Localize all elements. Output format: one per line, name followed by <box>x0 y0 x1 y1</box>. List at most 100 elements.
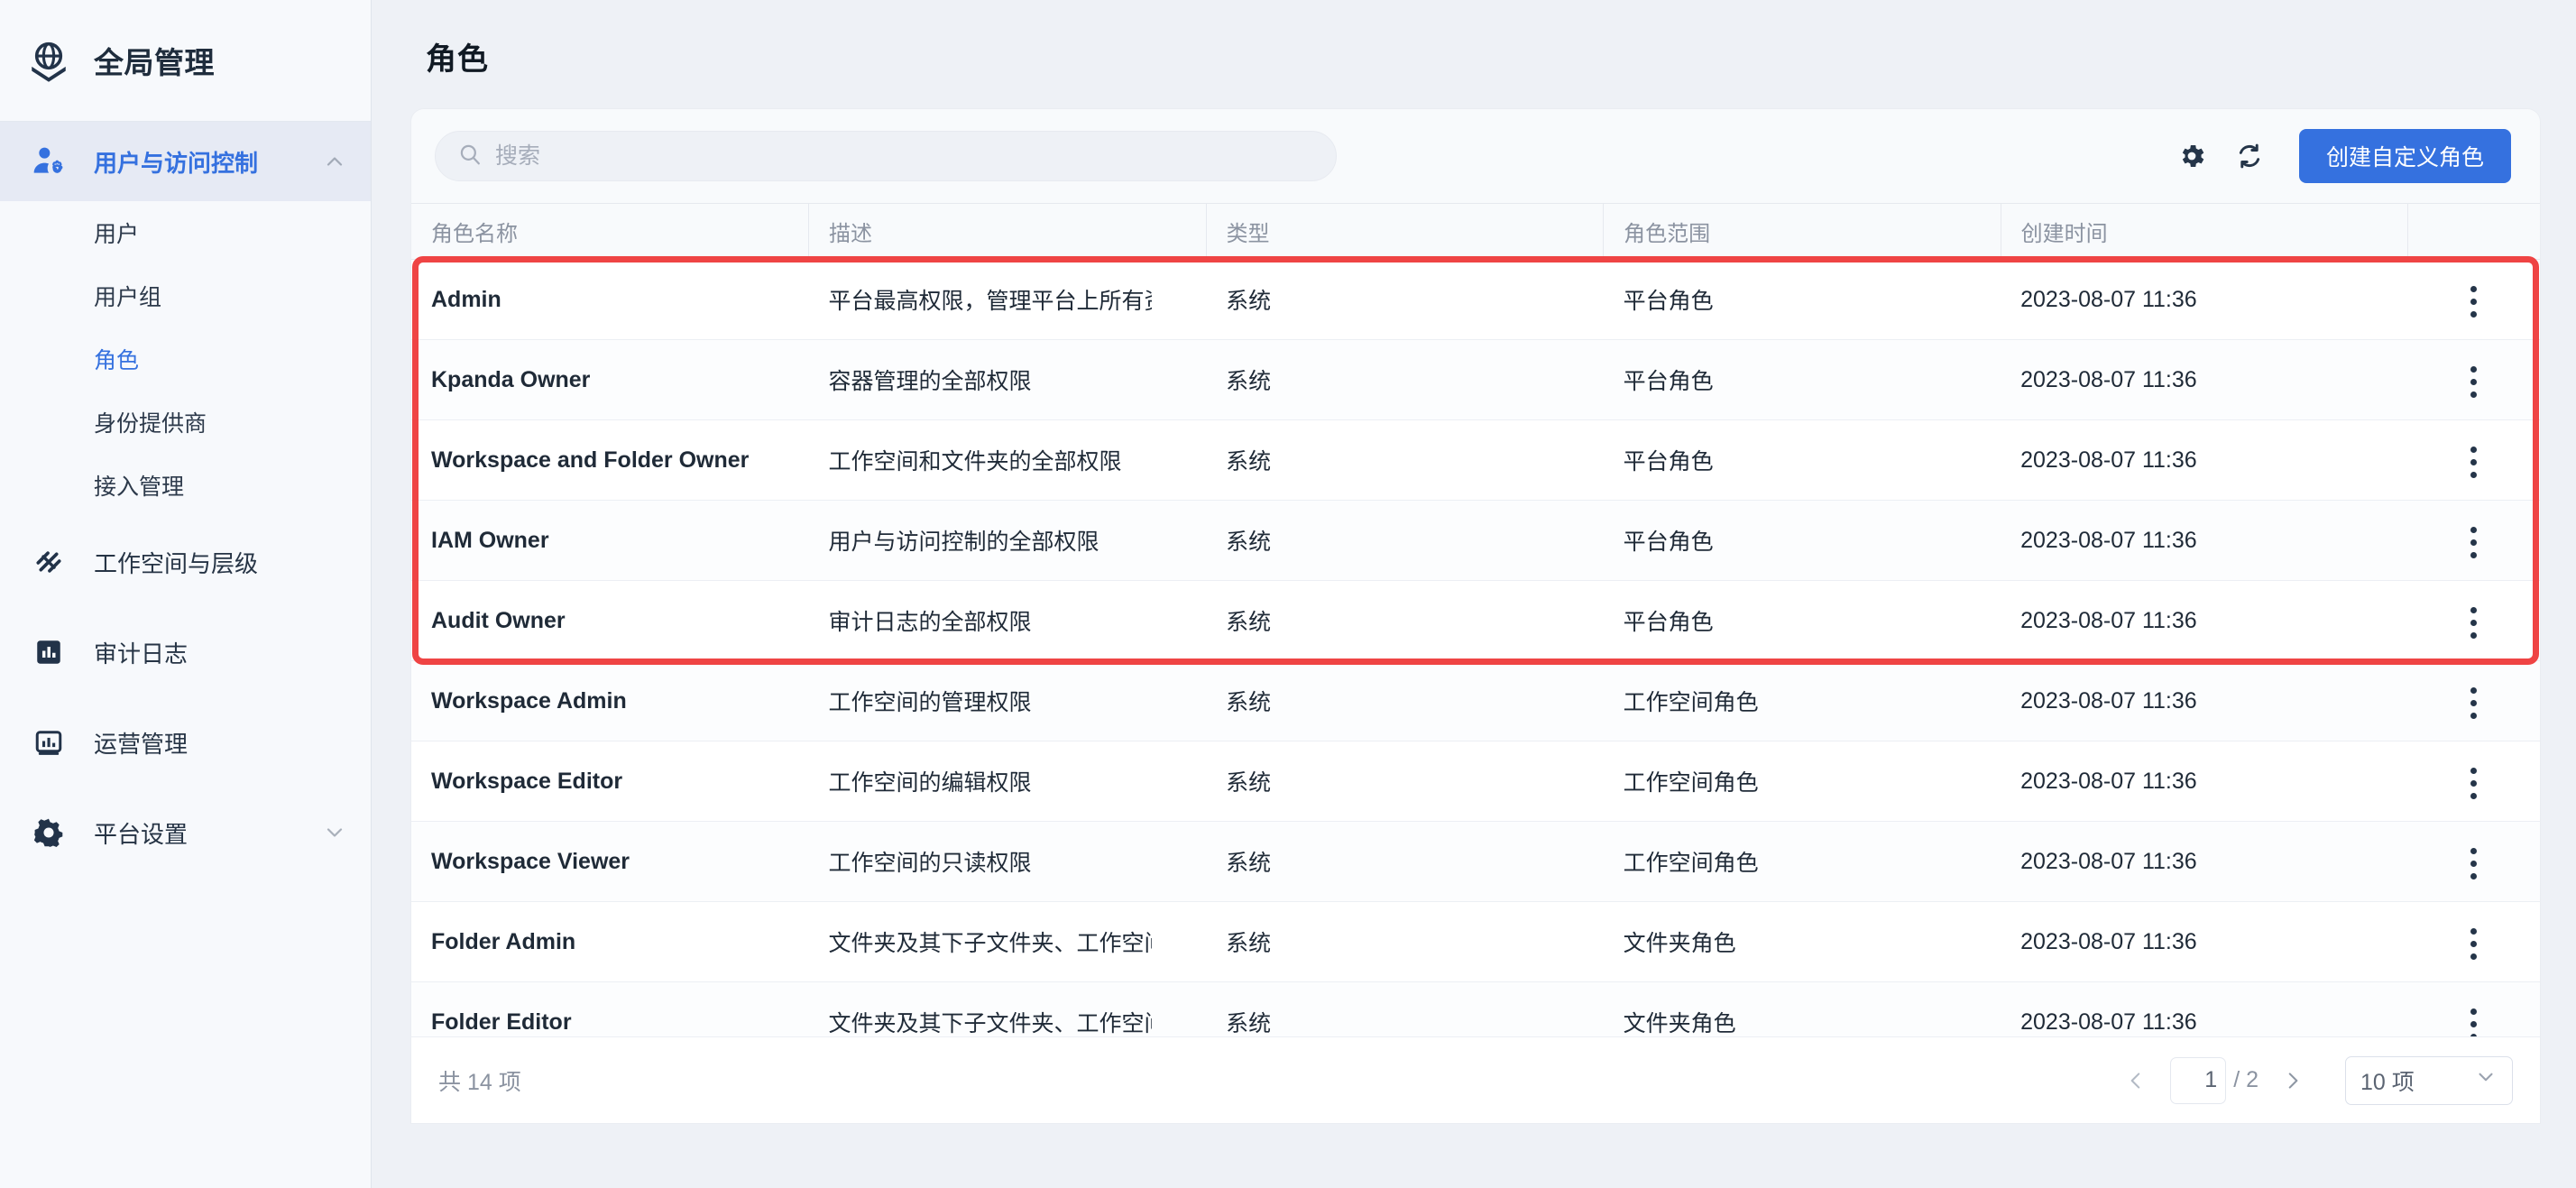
cell-actions <box>2407 580 2540 661</box>
cell-role-name: Admin <box>411 259 809 340</box>
cell-created: 2023-08-07 11:36 <box>2001 419 2408 501</box>
cell-created: 2023-08-07 11:36 <box>2001 580 2408 661</box>
cell-role-name: Workspace Admin <box>411 660 809 741</box>
chevron-right-icon[interactable] <box>2275 1063 2311 1099</box>
table-row[interactable]: Workspace Admin 工作空间的管理权限 系统 工作空间角色 2023-08-… <box>411 660 2540 741</box>
cell-type: 系统 <box>1206 500 1604 581</box>
page-number-input[interactable]: 1 <box>2170 1056 2227 1104</box>
table-row[interactable]: Folder Admin文件夹及其下子文件夹、工作空间的管理权限系统文件夹角色2… <box>411 901 2540 982</box>
sidebar: 全局管理 用户与访问控制 用户 用户组 角色 身份提供商 接入管理 工作空间与层… <box>0 0 372 1188</box>
audit-chart-icon <box>23 636 74 668</box>
sidebar-item-label: 用户 <box>94 222 140 247</box>
cell-created: 2023-08-07 11:36 <box>2001 339 2408 420</box>
search-input[interactable] <box>495 143 1314 170</box>
main-content: 角色 搜索 创建自定义角色 角色名称 描述 类型 角色范围 创建时间 Admin… <box>372 0 2576 1188</box>
kebab-menu-icon[interactable] <box>2450 760 2498 808</box>
refresh-icon[interactable] <box>2225 132 2274 180</box>
roles-toolbar: 创建自定义角色 <box>411 109 2540 203</box>
chevron-down-icon[interactable] <box>322 820 347 845</box>
cell-type: 系统 <box>1206 741 1604 822</box>
cell-created: 2023-08-07 11:36 <box>2001 821 2408 902</box>
sidebar-item-label: 平台设置 <box>94 820 189 848</box>
table-row[interactable]: IAM Owner 用户与访问控制的全部权限 系统 平台角色 2023-08-07 11… <box>411 500 2540 581</box>
kebab-menu-icon[interactable] <box>2450 519 2498 567</box>
cell-scope: 平台角色 <box>1603 339 2001 420</box>
kebab-menu-icon[interactable] <box>2450 920 2498 969</box>
column-header-created: 创建时间 <box>2001 203 2408 260</box>
kebab-menu-icon[interactable] <box>2450 679 2498 728</box>
search-box[interactable] <box>435 131 1337 181</box>
table-row[interactable]: Workspace and Folder Owner 工作空间和文件夹的全部权限系… <box>411 419 2540 501</box>
settings-gear-icon[interactable] <box>2167 132 2216 180</box>
sidebar-item-operations-management[interactable]: 运营管理 <box>0 697 371 787</box>
kebab-menu-icon[interactable] <box>2450 358 2498 407</box>
page-scrollbar[interactable] <box>2563 0 2576 1188</box>
sidebar-item-audit-log[interactable]: 审计日志 <box>0 607 371 697</box>
roles-table: 角色名称 描述 类型 角色范围 创建时间 Admin 平台最高权限，管理平台上所有… <box>411 203 2540 1063</box>
chevron-left-icon[interactable] <box>2118 1063 2154 1099</box>
create-custom-role-button[interactable]: 创建自定义角色 <box>2298 129 2511 183</box>
kebab-menu-icon[interactable] <box>2450 599 2498 648</box>
cell-description: 工作空间的管理权限 <box>808 660 1207 741</box>
table-row[interactable]: Admin平台最高权限，管理平台上所有资源系统平台角色2023-08-07 11… <box>411 259 2540 340</box>
sidebar-item-roles[interactable]: 角色 <box>0 327 371 391</box>
globe-icon <box>23 35 74 86</box>
sidebar-item-label: 身份提供商 <box>94 411 207 437</box>
sidebar-item-access-management[interactable]: 接入管理 <box>0 454 371 517</box>
cell-role-name: IAM Owner <box>411 500 809 581</box>
cell-actions <box>2407 660 2540 741</box>
sidebar-item-platform-settings[interactable]: 平台设置 <box>0 787 371 878</box>
cell-actions <box>2407 419 2540 501</box>
brand-title: 全局管理 <box>94 46 215 79</box>
cell-scope: 工作空间角色 <box>1603 821 2001 902</box>
cell-type: 系统 <box>1206 419 1604 501</box>
sidebar-item-users[interactable]: 用户 <box>0 201 371 264</box>
page-title: 角色 <box>426 42 489 77</box>
cell-description: 工作空间的编辑权限 <box>808 741 1207 822</box>
sidebar-item-user-groups[interactable]: 用户组 <box>0 264 371 327</box>
table-row[interactable]: Kpanda Owner 容器管理的全部权限 系统 平台角色 2023-08-07 11… <box>411 339 2540 420</box>
cell-description: 平台最高权限，管理平台上所有资源 <box>808 259 1207 340</box>
cell-scope: 工作空间角色 <box>1603 660 2001 741</box>
cell-type: 系统 <box>1206 259 1604 340</box>
kebab-menu-icon[interactable] <box>2450 840 2498 889</box>
app-root: 全局管理 用户与访问控制 用户 用户组 角色 身份提供商 接入管理 工作空间与层… <box>0 0 2576 1188</box>
kebab-menu-icon[interactable] <box>2450 278 2498 327</box>
cell-created: 2023-08-07 11:36 <box>2001 741 2408 822</box>
table-head: 角色名称 描述 类型 角色范围 创建时间 <box>411 203 2540 260</box>
table-row[interactable]: Workspace Viewer 工作空间的只读权限 系统 工作空间角色 2023-08… <box>411 821 2540 902</box>
pagination: 1 / 2 10 项 <box>2118 1055 2513 1105</box>
roles-panel: 创建自定义角色 角色名称 描述 类型 角色范围 创建时间 <box>411 109 2540 1123</box>
cell-role-name: Workspace Viewer <box>411 821 809 902</box>
cell-type: 系统 <box>1206 821 1604 902</box>
table-header-row: 角色名称 描述 类型 角色范围 创建时间 <box>411 203 2540 260</box>
layers-icon <box>23 545 74 579</box>
table-row[interactable]: Workspace Editor 工作空间的编辑权限 系统 工作空间角色 2023-08… <box>411 741 2540 822</box>
sidebar-item-label: 运营管理 <box>94 730 189 758</box>
chevron-down-icon <box>2474 1065 2498 1095</box>
gear-icon <box>23 815 74 850</box>
cell-scope: 工作空间角色 <box>1603 741 2001 822</box>
column-header-actions <box>2407 203 2540 260</box>
sidebar-group-user-access-control[interactable]: 用户与访问控制 <box>0 122 371 201</box>
column-header-scope: 角色范围 <box>1603 203 2001 260</box>
sidebar-item-label: 工作空间与层级 <box>94 549 259 577</box>
cell-description: 容器管理的全部权限 <box>808 339 1207 420</box>
page-size-select[interactable]: 10 项 <box>2345 1055 2513 1105</box>
cell-actions <box>2407 821 2540 902</box>
brand: 全局管理 <box>0 0 371 122</box>
user-gear-icon <box>23 143 74 180</box>
sidebar-item-workspace-hierarchy[interactable]: 工作空间与层级 <box>0 517 371 607</box>
page-total-label: / 2 <box>2233 1067 2259 1092</box>
kebab-menu-icon[interactable] <box>2450 438 2498 487</box>
sidebar-item-label: 接入管理 <box>94 474 185 500</box>
sidebar-nav: 用户与访问控制 用户 用户组 角色 身份提供商 接入管理 工作空间与层级 审计日… <box>0 122 371 878</box>
cell-created: 2023-08-07 11:36 <box>2001 660 2408 741</box>
cell-role-name: Folder Admin <box>411 901 809 982</box>
sidebar-item-identity-providers[interactable]: 身份提供商 <box>0 391 371 454</box>
cell-scope: 平台角色 <box>1603 580 2001 661</box>
cell-description: 文件夹及其下子文件夹、工作空间的管理权限 <box>808 901 1207 982</box>
cell-description: 用户与访问控制的全部权限 <box>808 500 1207 581</box>
chevron-up-icon[interactable] <box>322 149 347 174</box>
table-row[interactable]: Audit Owner 审计日志的全部权限 系统 平台角色 2023-08-07 11:… <box>411 580 2540 661</box>
